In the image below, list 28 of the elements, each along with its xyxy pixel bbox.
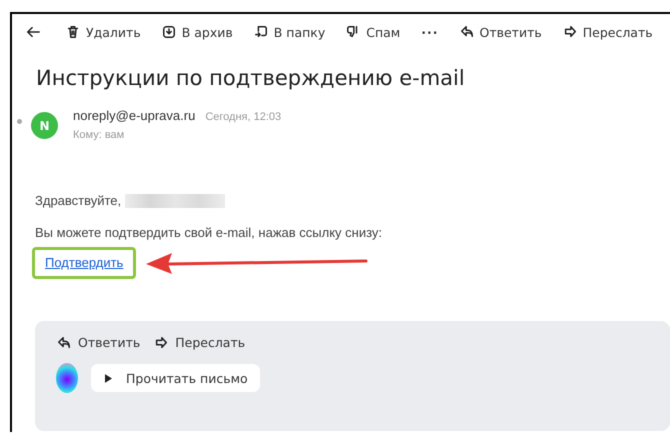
folder-move-icon: [254, 25, 268, 39]
reply-icon: [57, 336, 71, 350]
sender-address: noreply@e-uprava.ru: [73, 108, 196, 123]
play-icon: [105, 374, 112, 382]
forward-button[interactable]: Переслать: [556, 20, 659, 44]
read-aloud-button[interactable]: Прочитать письмо: [91, 364, 260, 392]
forward-button[interactable]: Переслать: [154, 335, 246, 350]
body-text: Вы можете подтвердить свой e-mail, нажав ссылку снизу:: [35, 225, 384, 240]
confirm-link[interactable]: Подтвердить: [45, 255, 124, 270]
reply-icon: [460, 25, 474, 39]
assistant-orb-icon: [56, 363, 78, 393]
forward-icon: [154, 336, 168, 350]
archive-icon: [162, 25, 176, 39]
delete-button[interactable]: Удалить: [60, 20, 147, 44]
trash-icon: [66, 25, 80, 39]
email-subject: Инструкции по подтверждению e-mail: [36, 66, 466, 90]
forward-icon: [562, 25, 577, 39]
spam-button[interactable]: Спам: [340, 20, 406, 44]
reply-button[interactable]: Ответить: [57, 335, 140, 350]
message-time: Сегодня, 12:03: [205, 111, 282, 123]
greeting-text: Здравствуйте,: [35, 193, 122, 208]
more-button[interactable]: ···: [415, 20, 444, 44]
back-arrow-icon: [26, 25, 40, 39]
sender-avatar: N: [31, 112, 58, 139]
archive-button[interactable]: В архив: [156, 20, 239, 44]
recipient-label: Кому: вам: [73, 129, 126, 141]
folder-button[interactable]: В папку: [248, 20, 332, 44]
reply-button[interactable]: Ответить: [454, 20, 548, 44]
